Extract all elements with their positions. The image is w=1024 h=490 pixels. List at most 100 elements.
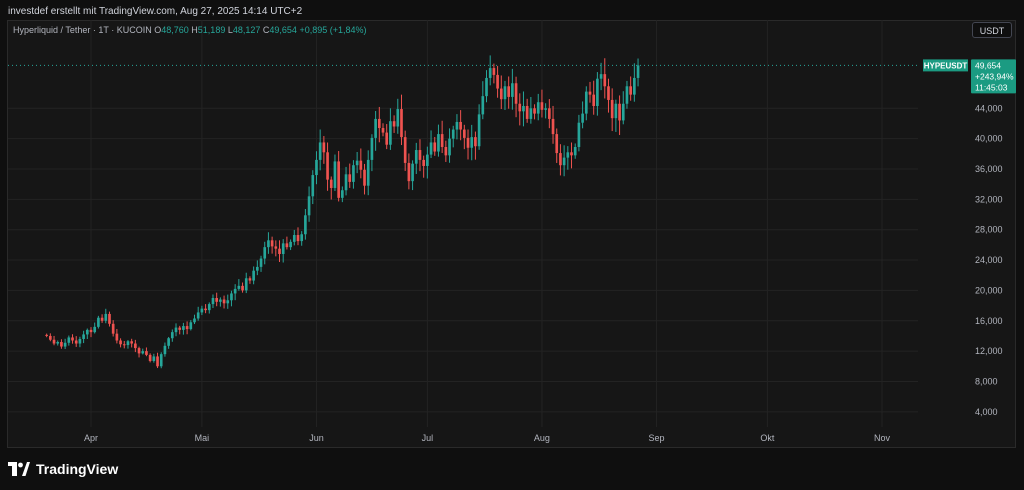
y-tick-label: 44,000 xyxy=(975,103,1003,113)
candle-body xyxy=(259,258,263,267)
candle-body xyxy=(540,102,544,110)
candle-body xyxy=(503,86,507,100)
candle-body xyxy=(411,163,414,182)
brand-name: TradingView xyxy=(36,461,119,477)
candle-body xyxy=(60,342,63,347)
y-tick-label: 24,000 xyxy=(975,255,1003,265)
candle-body xyxy=(322,142,326,153)
x-tick-label: Sep xyxy=(649,433,665,443)
candle-body xyxy=(185,326,189,330)
candle-body xyxy=(119,340,122,345)
x-tick-label: Aug xyxy=(534,433,550,443)
candle-body xyxy=(548,108,551,119)
candle-body xyxy=(607,86,610,100)
candle-body xyxy=(108,313,111,324)
candle-body xyxy=(97,317,100,327)
candle-body xyxy=(414,150,418,164)
candle-body xyxy=(422,159,425,166)
candle-body xyxy=(544,108,547,110)
candle-body xyxy=(366,159,370,186)
tradingview-logo[interactable]: TradingView xyxy=(8,460,118,478)
candle-body xyxy=(355,160,359,166)
candle-body xyxy=(56,342,60,344)
candle-body xyxy=(374,118,377,138)
candle-body xyxy=(455,121,459,130)
symbol-tag-label: HYPEUSDT xyxy=(924,61,968,70)
candle-body xyxy=(222,299,226,304)
candle-body xyxy=(285,243,289,248)
candle-body xyxy=(67,337,71,343)
candle-body xyxy=(45,334,48,336)
candle-body xyxy=(281,243,285,254)
candle-body xyxy=(111,323,115,334)
candle-body xyxy=(193,318,196,323)
candle-body xyxy=(377,118,381,129)
candle-body xyxy=(274,246,278,249)
candle-body xyxy=(130,341,133,344)
candle-body xyxy=(529,108,533,119)
candle-body xyxy=(599,74,603,79)
candle-body xyxy=(562,157,566,166)
candle-body xyxy=(499,88,503,100)
candle-body xyxy=(636,65,640,78)
price-chart[interactable]: 44,000 40,000 36,000 32,000 28,000 24,000 20,0… xyxy=(0,0,1024,490)
candle-body xyxy=(178,327,182,330)
candle-body xyxy=(219,299,222,302)
candle-body xyxy=(470,137,474,148)
candle-body xyxy=(466,137,470,148)
candle-body xyxy=(533,108,536,114)
candle-body xyxy=(437,134,440,152)
candle-body xyxy=(481,96,485,115)
candle-body xyxy=(248,278,252,281)
y-tick-label: 28,000 xyxy=(975,225,1003,235)
low-value: 48,127 xyxy=(232,25,261,35)
candle-body xyxy=(204,308,207,311)
candle-body xyxy=(241,285,244,291)
candle-body xyxy=(522,106,525,112)
candle-body xyxy=(570,152,573,156)
candle-body xyxy=(592,94,596,107)
candle-body xyxy=(492,68,496,75)
candle-body xyxy=(74,340,78,344)
candle-body xyxy=(85,329,89,335)
change-value: +0,895 (+1,84%) xyxy=(299,25,367,35)
currency-button[interactable]: USDT xyxy=(972,22,1012,38)
price-tag-change: +243,94% xyxy=(975,71,1014,81)
candle-body xyxy=(370,137,374,160)
candle-body xyxy=(392,121,396,127)
tradingview-logo-icon xyxy=(8,462,30,476)
candle-body xyxy=(525,106,529,119)
candle-body xyxy=(156,356,159,367)
candle-body xyxy=(518,103,522,112)
candle-body xyxy=(315,159,318,176)
candle-body xyxy=(326,152,329,180)
y-tick-label: 16,000 xyxy=(975,316,1003,326)
candle-body xyxy=(211,298,215,305)
candle-body xyxy=(444,146,448,156)
candle-body xyxy=(348,174,352,182)
candle-body xyxy=(78,338,82,344)
candle-body xyxy=(536,102,540,114)
candle-body xyxy=(337,161,340,198)
candle-body xyxy=(474,137,477,147)
candle-body xyxy=(407,162,411,182)
candle-body xyxy=(352,165,355,182)
candle-body xyxy=(629,86,632,95)
candle-body xyxy=(200,308,204,313)
x-tick-label: Nov xyxy=(874,433,891,443)
candle-body xyxy=(292,235,296,242)
candle-body xyxy=(610,99,614,119)
candle-body xyxy=(418,150,422,160)
candle-body xyxy=(137,348,141,354)
candle-body xyxy=(555,134,559,154)
candle-body xyxy=(289,241,292,248)
candle-body xyxy=(122,344,126,346)
candle-body xyxy=(451,129,455,139)
candle-body xyxy=(311,175,315,197)
candle-body xyxy=(174,327,178,333)
candle-body xyxy=(82,334,85,339)
candle-body xyxy=(252,270,255,281)
candle-body xyxy=(307,196,311,216)
candle-body xyxy=(263,247,267,259)
candle-body xyxy=(514,83,518,104)
